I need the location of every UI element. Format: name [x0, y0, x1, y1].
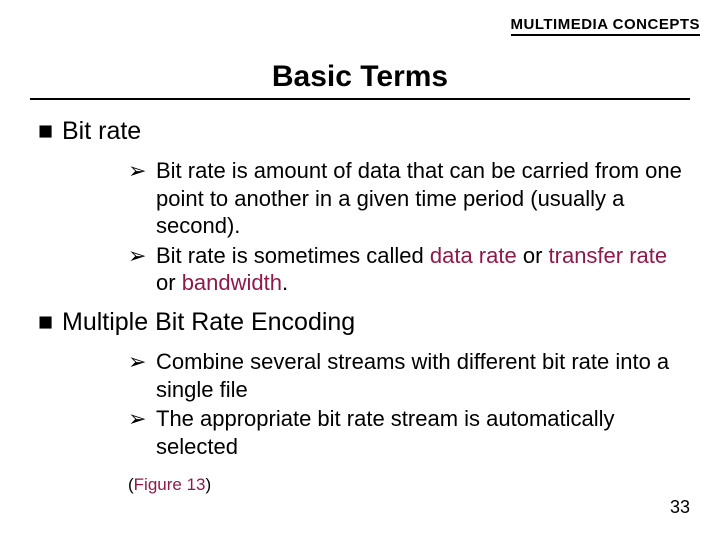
bullet-point: ➢ Bit rate is amount of data that can be… [128, 157, 690, 240]
topic-heading-text: Multiple Bit Rate Encoding [62, 308, 355, 336]
keyword: bandwidth [182, 270, 282, 295]
bullet-point: ➢ The appropriate bit rate stream is aut… [128, 405, 690, 460]
topic-heading-multiple-bit-rate: ■Multiple Bit Rate Encoding [38, 307, 690, 338]
point-text: Bit rate is amount of data that can be c… [156, 158, 682, 238]
figure-link[interactable]: Figure 13 [134, 475, 206, 494]
figure-close-paren: ) [206, 475, 212, 494]
arrow-bullet-icon: ➢ [128, 242, 146, 270]
header-label: MULTIMEDIA CONCEPTS [511, 16, 701, 36]
content-area: ■Bit rate ➢ Bit rate is amount of data t… [38, 110, 690, 495]
arrow-bullet-icon: ➢ [128, 405, 146, 433]
point-text: The appropriate bit rate stream is autom… [156, 406, 615, 459]
figure-reference: (Figure 13) [128, 474, 690, 495]
point-text: Bit rate is sometimes called data rate o… [156, 243, 667, 296]
keyword: data rate [430, 243, 517, 268]
arrow-bullet-icon: ➢ [128, 157, 146, 185]
topic-points-bit-rate: ➢ Bit rate is amount of data that can be… [128, 157, 690, 297]
topic-heading-text: Bit rate [62, 117, 141, 145]
page-number: 33 [670, 497, 690, 518]
title-underline [30, 98, 690, 100]
square-bullet-icon: ■ [38, 307, 62, 338]
topic-heading-bit-rate: ■Bit rate [38, 116, 690, 147]
keyword: transfer rate [549, 243, 668, 268]
slide: MULTIMEDIA CONCEPTS Basic Terms ■Bit rat… [0, 0, 720, 540]
square-bullet-icon: ■ [38, 116, 62, 147]
slide-title: Basic Terms [272, 60, 448, 94]
bullet-point: ➢ Bit rate is sometimes called data rate… [128, 242, 690, 297]
topic-points-multiple-bit-rate: ➢ Combine several streams with different… [128, 348, 690, 460]
point-text: Combine several streams with different b… [156, 349, 669, 402]
arrow-bullet-icon: ➢ [128, 348, 146, 376]
bullet-point: ➢ Combine several streams with different… [128, 348, 690, 403]
